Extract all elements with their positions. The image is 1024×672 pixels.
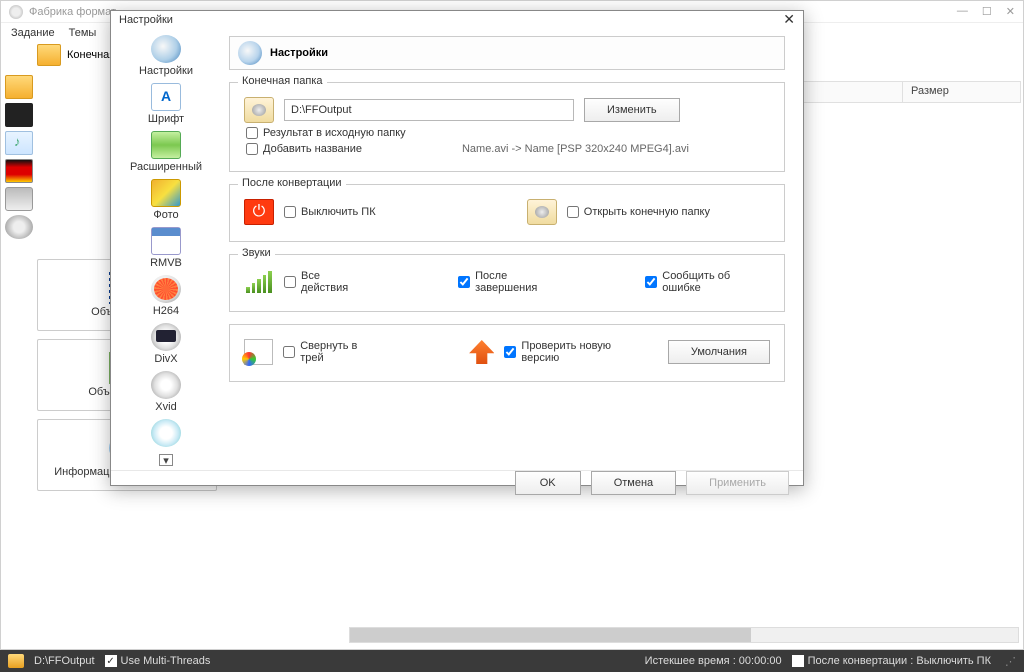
horizontal-scrollbar[interactable]	[349, 627, 1019, 643]
landscape-icon	[151, 131, 181, 159]
dialog-titlebar: Настройки ✕	[111, 11, 803, 28]
gear-icon	[151, 35, 181, 63]
dialog-title: Настройки	[119, 14, 173, 26]
statusbar: D:\FFOutput ✓Use Multi-Threads Истекшее …	[0, 650, 1024, 672]
folder-icon	[244, 97, 274, 123]
menu-themes[interactable]: Темы	[69, 27, 97, 39]
sounds-group-title: Звуки	[238, 247, 275, 259]
ok-button[interactable]: OK	[515, 471, 581, 495]
power-icon: ⏻	[244, 199, 274, 225]
dialog-footer: OK Отмена Применить	[111, 470, 803, 495]
font-icon	[151, 83, 181, 111]
cat-divx[interactable]: DivX	[121, 320, 211, 368]
minimize-button[interactable]: —	[957, 5, 968, 18]
cat-settings-label: Настройки	[139, 65, 193, 77]
open-folder-checkbox[interactable]: Открыть конечную папку	[567, 206, 710, 218]
cat-divx-label: DivX	[154, 353, 177, 365]
settings-panel: Настройки Конечная папка Изменить Резуль…	[221, 28, 803, 470]
folder-icon	[527, 199, 557, 225]
sounds-group: Звуки Все действия После завершения Сооб…	[229, 254, 785, 312]
dialog-close-button[interactable]: ✕	[783, 11, 795, 28]
bars-icon	[244, 269, 274, 295]
defaults-button[interactable]: Умолчания	[668, 340, 770, 364]
cancel-button[interactable]: Отмена	[591, 471, 676, 495]
misc-group: Свернуть в трей Проверить новую версию У…	[229, 324, 785, 382]
shutdown-checkbox[interactable]: Выключить ПК	[284, 206, 376, 218]
cat-h264[interactable]: H264	[121, 272, 211, 320]
output-path-input[interactable]	[284, 99, 574, 121]
settings-dialog: Настройки ✕ Настройки Шрифт Расширенный …	[110, 10, 804, 486]
sound-done-checkbox[interactable]: После завершения	[458, 270, 571, 294]
cat-xvid[interactable]: Xvid	[121, 368, 211, 416]
result-to-source-checkbox[interactable]: Результат в исходную папку	[246, 127, 406, 139]
cat-h264-label: H264	[153, 305, 179, 317]
output-folder-group: Конечная папка Изменить Результат в исхо…	[229, 82, 785, 172]
left-toolbar	[1, 43, 37, 649]
cat-font-label: Шрифт	[148, 113, 184, 125]
cat-font[interactable]: Шрифт	[121, 80, 211, 128]
toolbar-flag-icon[interactable]	[5, 159, 33, 183]
sound-all-checkbox[interactable]: Все действия	[284, 270, 369, 294]
cat-rmvb-label: RMVB	[150, 257, 182, 269]
cat-xvid-label: Xvid	[155, 401, 176, 413]
app-title: Фабрика формат	[29, 6, 116, 18]
update-icon	[469, 340, 494, 364]
rmvb-icon	[151, 227, 181, 255]
change-button[interactable]: Изменить	[584, 98, 680, 122]
resize-grip[interactable]: ⋰	[1005, 655, 1016, 668]
panel-header-title: Настройки	[270, 47, 328, 59]
toolbar-audio-icon[interactable]	[5, 131, 33, 155]
cat-rmvb[interactable]: RMVB	[121, 224, 211, 272]
check-update-checkbox[interactable]: Проверить новую версию	[504, 340, 647, 364]
panel-header: Настройки	[229, 36, 785, 70]
category-sidebar: Настройки Шрифт Расширенный Фото RMVB H2…	[111, 28, 221, 470]
output-group-title: Конечная папка	[238, 75, 327, 87]
after-group-title: После конвертации	[238, 177, 346, 189]
gear-icon	[238, 41, 262, 65]
folder-icon[interactable]	[37, 44, 61, 66]
name-example-text: Name.avi -> Name [PSP 320x240 MPEG4].avi	[462, 143, 689, 155]
cat-advanced-label: Расширенный	[130, 161, 202, 173]
cat-settings[interactable]: Настройки	[121, 32, 211, 80]
multithread-checkbox[interactable]: ✓Use Multi-Threads	[105, 655, 211, 667]
apply-button[interactable]: Применить	[686, 471, 789, 495]
close-button[interactable]: ✕	[1006, 5, 1015, 18]
minimize-tray-checkbox[interactable]: Свернуть в трей	[283, 340, 381, 364]
menu-task[interactable]: Задание	[11, 27, 55, 39]
app-icon	[9, 5, 23, 19]
sb-elapsed: Истекшее время : 00:00:00	[645, 655, 782, 667]
col-size[interactable]: Размер	[903, 82, 1021, 102]
add-name-checkbox[interactable]: Добавить название	[246, 143, 362, 155]
cat-wmv[interactable]	[121, 416, 211, 450]
tray-icon	[244, 339, 273, 365]
scroll-down-button[interactable]: ▾	[159, 454, 173, 466]
cat-photo-label: Фото	[153, 209, 178, 221]
toolbar-settings-icon[interactable]	[5, 215, 33, 239]
reel-icon	[151, 275, 181, 303]
cat-photo[interactable]: Фото	[121, 176, 211, 224]
folder-icon	[8, 654, 24, 668]
sb-after-checkbox[interactable]: После конвертации : Выключить ПК	[792, 655, 991, 667]
cat-advanced[interactable]: Расширенный	[121, 128, 211, 176]
toolbar-folder-icon[interactable]	[5, 75, 33, 99]
toolbar-drive-icon[interactable]	[5, 187, 33, 211]
photo-icon	[151, 179, 181, 207]
wmv-icon	[151, 419, 181, 447]
toolbar-video-icon[interactable]	[5, 103, 33, 127]
sb-output-path: D:\FFOutput	[34, 655, 95, 667]
divx-icon	[151, 323, 181, 351]
xvid-icon	[151, 371, 181, 399]
after-conversion-group: После конвертации ⏻ Выключить ПК Открыть…	[229, 184, 785, 242]
sound-error-checkbox[interactable]: Сообщить об ошибке	[645, 270, 770, 294]
maximize-button[interactable]: ☐	[982, 5, 992, 18]
